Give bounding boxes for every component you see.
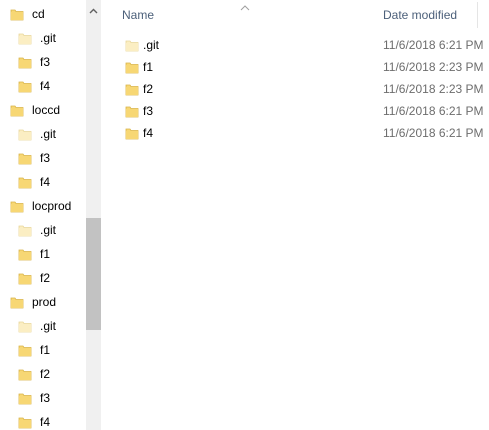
- nav-tree-item-label: .git: [40, 223, 57, 237]
- folder-icon: [125, 126, 139, 140]
- nav-tree-item[interactable]: f3: [18, 147, 50, 169]
- file-date-modified: 11/6/2018 6:21 PM: [383, 38, 484, 52]
- folder-icon: [18, 415, 32, 429]
- folder-icon: [10, 295, 24, 309]
- folder-icon: [10, 103, 24, 117]
- column-header-date-label: Date modified: [383, 8, 458, 22]
- file-list-pane: Name Date modified .git 11/6/2018 6:21 PM…: [101, 0, 489, 430]
- nav-tree-item-label: f4: [40, 415, 51, 429]
- nav-tree-item-label: f3: [40, 151, 51, 165]
- nav-tree-item-label: cd: [32, 7, 45, 21]
- nav-tree-item-label: .git: [40, 31, 57, 45]
- nav-tree-item-label: f4: [40, 175, 51, 189]
- folder-hidden-icon: [18, 223, 32, 237]
- nav-tree-item[interactable]: f4: [18, 411, 50, 430]
- nav-tree-item-label: f2: [40, 367, 51, 381]
- file-name-label: f2: [143, 82, 154, 96]
- column-header-name-label: Name: [122, 8, 155, 22]
- folder-icon: [18, 175, 32, 189]
- file-row[interactable]: .git 11/6/2018 6:21 PM: [101, 34, 489, 56]
- nav-tree-item[interactable]: f2: [18, 267, 50, 289]
- nav-tree-item-label: .git: [40, 127, 57, 141]
- folder-icon: [18, 271, 32, 285]
- nav-tree-item[interactable]: f2: [18, 363, 50, 385]
- scrollbar-thumb[interactable]: [86, 218, 101, 330]
- nav-tree-item[interactable]: locprod: [10, 195, 71, 217]
- nav-tree-item[interactable]: .git: [18, 219, 56, 241]
- nav-tree-item-label: f3: [40, 55, 51, 69]
- nav-tree-item-label: locprod: [32, 199, 72, 213]
- column-header-name[interactable]: Name: [122, 0, 154, 30]
- file-date-modified: 11/6/2018 6:21 PM: [383, 104, 484, 118]
- nav-tree-item-label: f4: [40, 79, 51, 93]
- folder-icon: [18, 55, 32, 69]
- file-explorer-window: cd .git f3 f4 loccd .git f3 f4 locprod .git f1 f2 pr…: [0, 0, 489, 430]
- file-name-cell: f4: [125, 122, 153, 144]
- folder-icon: [18, 151, 32, 165]
- nav-tree-item-label: f1: [40, 343, 51, 357]
- file-name-label: f4: [143, 126, 154, 140]
- nav-tree-item[interactable]: prod: [10, 291, 56, 313]
- file-date-modified: 11/6/2018 6:21 PM: [383, 126, 484, 140]
- file-name-label: f1: [143, 60, 154, 74]
- folder-icon: [18, 367, 32, 381]
- folder-icon: [18, 79, 32, 93]
- nav-tree-item[interactable]: .git: [18, 123, 56, 145]
- nav-tree-item-label: loccd: [32, 103, 61, 117]
- folder-hidden-icon: [18, 127, 32, 141]
- scroll-up-arrow-icon[interactable]: [86, 0, 101, 22]
- file-name-label: f3: [143, 104, 154, 118]
- navigation-scrollbar[interactable]: [86, 0, 101, 430]
- nav-tree-item-label: .git: [40, 319, 57, 333]
- nav-tree-item[interactable]: f1: [18, 339, 50, 361]
- file-name-cell: f1: [125, 56, 153, 78]
- file-name-cell: f2: [125, 78, 153, 100]
- nav-tree-item[interactable]: f3: [18, 51, 50, 73]
- folder-icon: [125, 82, 139, 96]
- nav-tree-item-label: f3: [40, 391, 51, 405]
- nav-tree-item[interactable]: .git: [18, 315, 56, 337]
- file-row[interactable]: f1 11/6/2018 2:23 PM: [101, 56, 489, 78]
- nav-tree-item[interactable]: f3: [18, 387, 50, 409]
- column-separator[interactable]: [477, 2, 478, 28]
- folder-icon: [10, 199, 24, 213]
- nav-tree-item-label: prod: [32, 295, 57, 309]
- file-date-modified: 11/6/2018 2:23 PM: [383, 60, 484, 74]
- folder-hidden-icon: [18, 319, 32, 333]
- folder-icon: [10, 7, 24, 21]
- file-row[interactable]: f3 11/6/2018 6:21 PM: [101, 100, 489, 122]
- nav-tree-item[interactable]: loccd: [10, 99, 60, 121]
- file-row[interactable]: f4 11/6/2018 6:21 PM: [101, 122, 489, 144]
- file-name-label: .git: [143, 38, 160, 52]
- folder-icon: [125, 60, 139, 74]
- file-name-cell: f3: [125, 100, 153, 122]
- nav-tree-item-label: f1: [40, 247, 51, 261]
- nav-tree-item[interactable]: cd: [10, 3, 45, 25]
- folder-icon: [18, 343, 32, 357]
- navigation-pane[interactable]: cd .git f3 f4 loccd .git f3 f4 locprod .git f1 f2 pr…: [0, 0, 86, 430]
- file-name-cell: .git: [125, 34, 159, 56]
- folder-icon: [18, 247, 32, 261]
- folder-hidden-icon: [125, 38, 139, 52]
- file-date-modified: 11/6/2018 2:23 PM: [383, 82, 484, 96]
- folder-icon: [18, 391, 32, 405]
- sort-ascending-icon: [240, 0, 250, 11]
- nav-tree-item-label: f2: [40, 271, 51, 285]
- column-header-date-modified[interactable]: Date modified: [383, 0, 457, 30]
- folder-icon: [125, 104, 139, 118]
- file-row[interactable]: f2 11/6/2018 2:23 PM: [101, 78, 489, 100]
- nav-tree-item[interactable]: .git: [18, 27, 56, 49]
- nav-tree-item[interactable]: f4: [18, 171, 50, 193]
- nav-tree-item[interactable]: f4: [18, 75, 50, 97]
- folder-hidden-icon: [18, 31, 32, 45]
- nav-tree-item[interactable]: f1: [18, 243, 50, 265]
